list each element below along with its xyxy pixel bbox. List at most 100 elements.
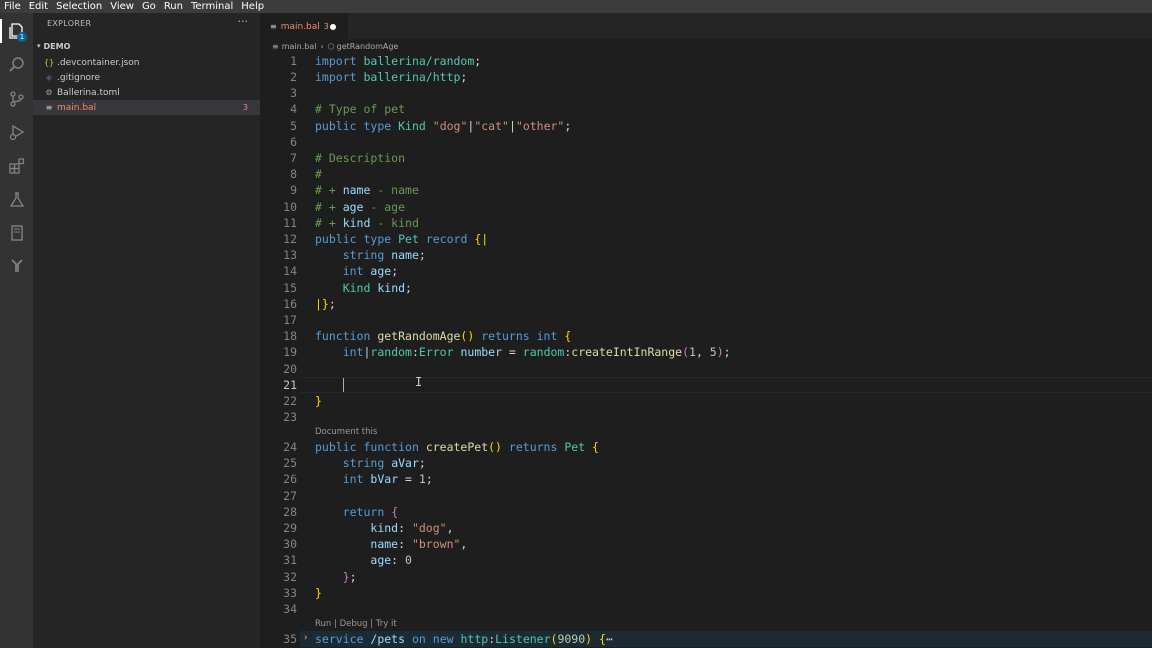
run-debug-icon [9, 124, 24, 141]
json-file-icon: {} [44, 58, 55, 67]
chevron-down-icon: ▾ [37, 42, 41, 50]
current-line-highlight [300, 377, 1152, 393]
breadcrumb: ≡ main.bal › ⬡ getRandomAge [260, 39, 1152, 53]
line-number: 10 [283, 200, 297, 214]
git-file-icon: ◆ [45, 73, 53, 82]
code-line: # Type of pet [315, 102, 406, 116]
line-number: 6 [290, 135, 297, 149]
problem-count-badge: 3 [242, 103, 248, 112]
source-control-activity-button[interactable] [0, 84, 33, 114]
run-debug-try-lens[interactable]: Run | Debug | Try it [315, 618, 397, 630]
line-number: 2 [290, 70, 297, 84]
file-lines-icon: ≡ [272, 41, 279, 51]
line-number: 4 [290, 102, 297, 116]
editor-tab-bar: ≡ main.bal 3 [260, 13, 1152, 39]
file-lines-icon: ≡ [270, 22, 277, 31]
line-number: 16 [283, 297, 297, 311]
line-number: 31 [283, 553, 297, 567]
line-number: 5 [290, 119, 297, 133]
line-number: 34 [283, 602, 297, 616]
explorer-activity-button[interactable]: 1 [0, 16, 33, 46]
file-gitignore[interactable]: ◆ .gitignore [33, 70, 260, 85]
menu-help[interactable]: Help [241, 0, 264, 13]
tab-main-bal[interactable]: ≡ main.bal 3 [260, 13, 348, 39]
menu-terminal[interactable]: Terminal [191, 0, 233, 13]
line-number: 12 [283, 232, 297, 246]
line-number: 18 [283, 329, 297, 343]
code-line: public type Kind "dog"|"cat"|"other"; [315, 119, 572, 133]
file-devcontainer[interactable]: {} .devcontainer.json [33, 55, 260, 70]
code-line: } [315, 394, 322, 408]
line-number: 33 [283, 586, 297, 600]
folder-demo[interactable]: ▾ DEMO [33, 39, 260, 53]
text-caret [343, 378, 344, 392]
line-number: 3 [290, 86, 297, 100]
code-editor[interactable]: 1 2 3 4 5 6 7 8 9 10 11 12 13 14 15 16 1… [260, 53, 1152, 648]
line-number: 22 [283, 394, 297, 408]
code-line: age: 0 [370, 553, 412, 567]
explorer-more-button[interactable]: ··· [238, 15, 249, 28]
code-line: # + age - age [315, 200, 406, 214]
file-name: .gitignore [57, 72, 101, 83]
menu-edit[interactable]: Edit [29, 0, 48, 13]
menu-file[interactable]: File [4, 0, 21, 13]
line-number: 26 [283, 472, 297, 486]
explorer-sidebar: EXPLORER ··· ▾ DEMO {} .devcontainer.jso… [33, 13, 260, 648]
line-number: 13 [283, 248, 297, 262]
code-line: int age; [342, 264, 399, 278]
file-name: Ballerina.toml [57, 87, 120, 98]
book-activity-button[interactable] [0, 218, 33, 248]
testing-activity-button[interactable] [0, 185, 33, 215]
line-number: 9 [290, 183, 297, 197]
search-activity-button[interactable] [0, 50, 33, 80]
line-number: 14 [283, 264, 297, 278]
menu-run[interactable]: Run [164, 0, 183, 13]
line-number: 7 [290, 151, 297, 165]
file-ballerina-toml[interactable]: ⚙ Ballerina.toml [33, 85, 260, 100]
menu-selection[interactable]: Selection [56, 0, 102, 13]
line-number: 11 [283, 216, 297, 230]
search-icon [8, 57, 24, 72]
code-line: # + kind - kind [315, 216, 419, 230]
document-this-lens[interactable]: Document this [315, 426, 377, 438]
code-line: # [315, 167, 322, 181]
code-line: # Description [315, 151, 406, 165]
extensions-icon [8, 158, 24, 174]
line-number: 19 [283, 345, 297, 359]
run-debug-activity-button[interactable] [0, 117, 33, 147]
line-number: 30 [283, 537, 297, 551]
code-line: }; [342, 570, 357, 584]
code-line: int|random:Error number = random:createI… [342, 345, 731, 359]
breadcrumb-file[interactable]: main.bal [282, 42, 317, 51]
code-line: int bVar = 1; [342, 472, 433, 486]
ballerina-activity-button[interactable] [0, 251, 33, 281]
folder-name: DEMO [43, 41, 71, 51]
extensions-activity-button[interactable] [0, 151, 33, 181]
code-line: } [315, 586, 322, 600]
code-line: function getRandomAge() returns int { [315, 329, 572, 343]
menu-view[interactable]: View [110, 0, 134, 13]
code-line: |}; [315, 297, 336, 311]
line-number: 32 [283, 570, 297, 584]
line-number: 25 [283, 456, 297, 470]
fold-chevron-icon[interactable]: › [304, 633, 308, 643]
menu-go[interactable]: Go [142, 0, 156, 13]
line-number: 17 [283, 313, 297, 327]
explorer-badge: 1 [17, 32, 27, 42]
unsaved-dot-icon[interactable] [330, 24, 336, 30]
file-lines-icon: ≡ [45, 103, 53, 112]
line-number: 24 [283, 440, 297, 454]
file-name: main.bal [57, 102, 97, 113]
line-number: 27 [283, 489, 297, 503]
line-number: 23 [283, 410, 297, 424]
code-line: string name; [342, 248, 426, 262]
file-main-bal[interactable]: ≡ main.bal 3 [33, 100, 260, 115]
breadcrumb-symbol[interactable]: getRandomAge [337, 42, 399, 51]
line-number: 1 [290, 54, 297, 68]
code-line: service /pets on new http:Listener(9090)… [315, 632, 613, 646]
gear-file-icon: ⚙ [45, 88, 53, 97]
line-number: 8 [290, 167, 297, 181]
activity-bar: 1 [0, 13, 33, 648]
tab-problem-count: 3 [323, 22, 329, 31]
file-name: .devcontainer.json [57, 57, 140, 68]
